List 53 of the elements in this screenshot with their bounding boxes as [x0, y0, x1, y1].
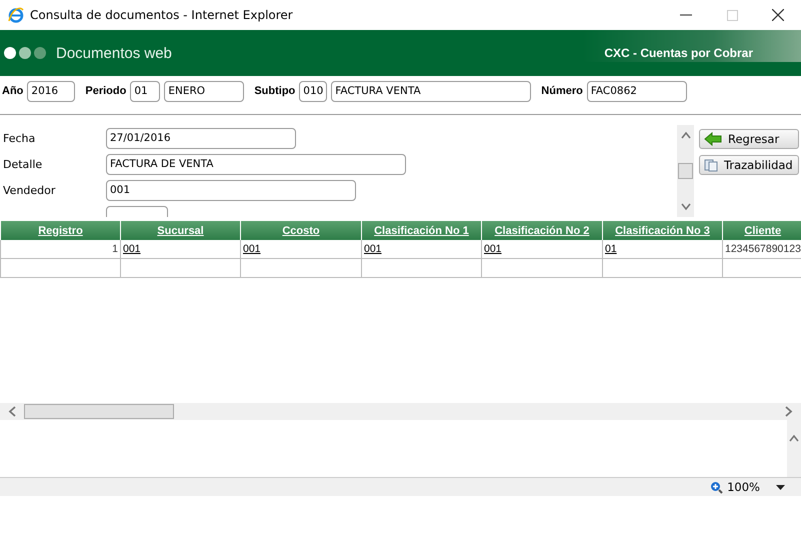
cell-link[interactable]: 001 — [243, 243, 261, 255]
form-label: Fecha — [2, 132, 36, 144]
column-header[interactable]: Clasificación No 2 — [482, 221, 602, 240]
vertical-scrollbar[interactable] — [677, 125, 694, 217]
form-field[interactable]: 001 — [106, 180, 356, 200]
filter-label: Subtipo — [254, 85, 296, 97]
table-cell: 1 — [112, 243, 118, 255]
cell-link[interactable]: 001 — [484, 243, 502, 255]
filter-label: Año — [2, 85, 24, 97]
form-field[interactable]: 27/01/2016 — [106, 128, 296, 148]
filter-field[interactable]: 010 — [299, 80, 328, 102]
column-header[interactable]: Ccosto — [240, 221, 362, 240]
scroll-thumb[interactable] — [678, 163, 693, 179]
cell-link[interactable]: 001 — [364, 243, 382, 255]
maximize-icon — [726, 10, 738, 20]
filter-label: Periodo — [85, 85, 126, 97]
close-icon — [772, 9, 784, 21]
filter-field[interactable]: 2016 — [27, 80, 76, 102]
browser-logo-icon — [8, 7, 24, 23]
form-field[interactable]: FACTURA DE VENTA — [106, 154, 406, 174]
form-label: Detalle — [2, 158, 44, 170]
window-title: Consulta de documentos - Internet Explorer — [30, 8, 293, 22]
column-header[interactable]: Sucursal — [120, 221, 240, 240]
documents-icon — [704, 158, 718, 172]
filter-field[interactable]: FAC0862 — [586, 80, 687, 102]
zoom-level[interactable]: 100% — [727, 480, 760, 494]
scroll-up-icon[interactable] — [680, 131, 690, 139]
horizontal-scrollbar[interactable] — [0, 403, 801, 420]
trace-button[interactable]: Trazabilidad — [699, 155, 799, 175]
filter-field[interactable]: FACTURA VENTA — [331, 80, 532, 102]
form-label: Vendedor — [2, 184, 56, 196]
column-header[interactable]: Clasificación No 1 — [362, 221, 482, 240]
column-header[interactable]: Clasificación No 3 — [602, 221, 722, 240]
scroll-down-icon[interactable] — [680, 203, 690, 211]
zoom-icon[interactable] — [710, 480, 724, 494]
scroll-up-icon[interactable] — [789, 434, 799, 442]
filter-label: Número — [541, 85, 583, 97]
back-button[interactable]: Regresar — [699, 129, 799, 149]
arrow-left-icon — [704, 132, 722, 146]
filter-field[interactable]: 01 — [130, 80, 160, 102]
scroll-thumb[interactable] — [24, 404, 174, 419]
column-header[interactable]: Cliente — [722, 221, 801, 240]
cell-link[interactable]: 01 — [605, 243, 617, 255]
app-title: Documentos web — [56, 44, 172, 62]
dots-icon — [4, 47, 48, 59]
scroll-right-icon[interactable] — [785, 406, 793, 417]
table-cell: 1234567890123 — [725, 243, 801, 255]
column-header[interactable]: Registro — [0, 221, 120, 240]
minimize-icon — [680, 14, 692, 16]
dropdown-icon[interactable] — [776, 484, 785, 490]
filter-field[interactable]: ENERO — [164, 80, 244, 102]
scroll-left-icon[interactable] — [8, 406, 16, 417]
cell-link[interactable]: 001 — [123, 243, 141, 255]
